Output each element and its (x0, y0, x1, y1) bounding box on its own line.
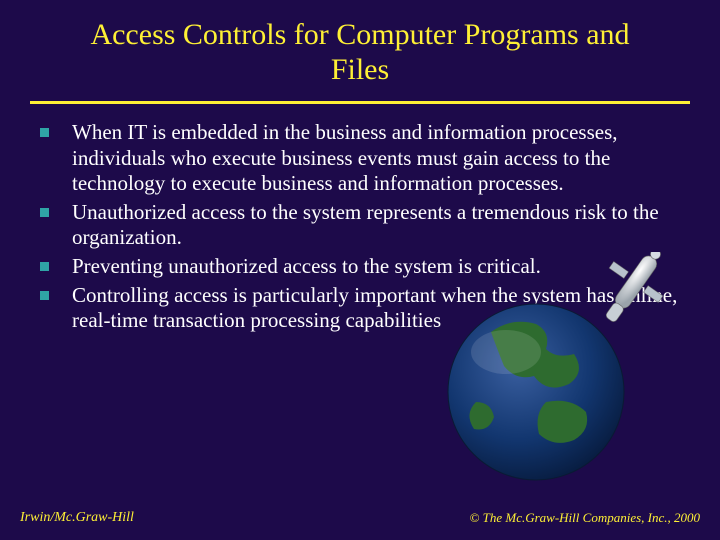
footer: Irwin/Mc.Graw-Hill © The Mc.Graw-Hill Co… (0, 510, 720, 526)
bullet-text: Unauthorized access to the system repres… (72, 200, 659, 250)
slide: Access Controls for Computer Programs an… (0, 0, 720, 540)
list-item: Unauthorized access to the system repres… (32, 200, 688, 251)
bullet-text: Preventing unauthorized access to the sy… (72, 254, 541, 278)
list-item: Preventing unauthorized access to the sy… (32, 254, 688, 280)
bullet-icon (40, 262, 49, 271)
footer-left: Irwin/Mc.Graw-Hill (20, 510, 134, 526)
content-area: When IT is embedded in the business and … (30, 120, 690, 334)
bullet-icon (40, 208, 49, 217)
list-item: Controlling access is particularly impor… (32, 283, 688, 334)
bullet-icon (40, 291, 49, 300)
list-item: When IT is embedded in the business and … (32, 120, 688, 197)
slide-title: Access Controls for Computer Programs an… (30, 18, 690, 101)
footer-right: © The Mc.Graw-Hill Companies, Inc., 2000 (470, 510, 701, 526)
bullet-text: When IT is embedded in the business and … (72, 120, 618, 195)
bullet-icon (40, 128, 49, 137)
title-divider (30, 101, 690, 104)
bullet-text: Controlling access is particularly impor… (72, 283, 677, 333)
bullet-list: When IT is embedded in the business and … (32, 120, 688, 334)
